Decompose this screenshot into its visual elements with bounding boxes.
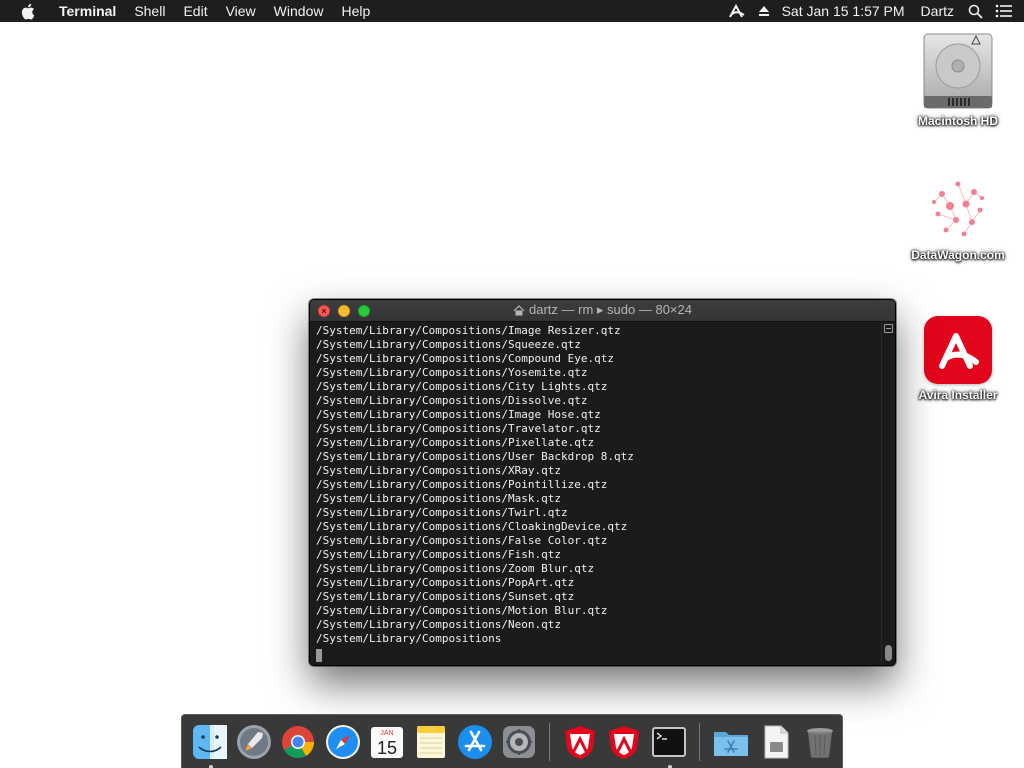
terminal-line: /System/Library/Compositions/False Color… <box>316 534 608 547</box>
menu-bar: Terminal Shell Edit View Window Help Sat… <box>0 0 1024 22</box>
dock-app-store[interactable] <box>457 723 493 761</box>
terminal-line: /System/Library/Compositions/Mask.qtz <box>316 492 562 505</box>
desktop-icon-label: Avira Installer <box>918 388 998 402</box>
avira-shield-icon <box>609 726 640 759</box>
terminal-line: /System/Library/Compositions/CloakingDev… <box>316 520 628 533</box>
terminal-line: /System/Library/Compositions/City Lights… <box>316 380 608 393</box>
window-close-button[interactable] <box>318 304 330 317</box>
menubar-user[interactable]: Dartz <box>921 3 954 19</box>
terminal-line: /System/Library/Compositions/Sunset.qtz <box>316 590 575 603</box>
dock-finder[interactable] <box>192 723 228 768</box>
dock-applications-folder[interactable] <box>712 723 750 761</box>
calendar-day: 15 <box>377 738 397 758</box>
dock-terminal[interactable] <box>651 723 687 768</box>
terminal-window[interactable]: dartz — rm ▸ sudo — 80×24 /System/Librar… <box>309 299 896 666</box>
terminal-title-text: dartz — rm ▸ sudo — 80×24 <box>529 301 692 317</box>
terminal-line: /System/Library/Compositions/XRay.qtz <box>316 464 562 477</box>
terminal-titlebar[interactable]: dartz — rm ▸ sudo — 80×24 <box>310 300 895 322</box>
trash-icon <box>806 728 833 758</box>
dock: JAN 15 <box>181 714 843 768</box>
scrollbar-thumb[interactable] <box>885 645 892 661</box>
terminal-title: dartz — rm ▸ sudo — 80×24 <box>310 300 895 323</box>
desktop-icon-label: Macintosh HD <box>917 114 998 128</box>
dock-separator <box>549 723 551 761</box>
safari-icon <box>325 725 360 759</box>
menubar-clock[interactable]: Sat Jan 15 1:57 PM <box>782 3 905 19</box>
terminal-cursor <box>316 649 322 662</box>
applications-folder-icon <box>713 732 748 756</box>
split-pane-icon[interactable] <box>884 324 893 333</box>
desktop-icon-datawagon[interactable]: DataWagon.com <box>903 172 1013 262</box>
hard-drive-icon <box>920 30 996 110</box>
menu-help[interactable]: Help <box>332 0 379 22</box>
dock-system-preferences[interactable] <box>501 723 537 761</box>
dock-chrome[interactable] <box>280 723 316 761</box>
avira-icon <box>924 316 992 384</box>
terminal-line: /System/Library/Compositions/Image Hose.… <box>316 408 601 421</box>
terminal-line: /System/Library/Compositions/Squeeze.qtz <box>316 338 581 351</box>
terminal-line: /System/Library/Compositions/Neon.qtz <box>316 618 562 631</box>
app-store-icon <box>458 725 493 759</box>
menu-app-terminal[interactable]: Terminal <box>50 0 125 22</box>
avira-shield-icon <box>565 726 596 759</box>
notification-center-icon[interactable] <box>995 4 1012 18</box>
finder-icon <box>193 725 228 759</box>
dock-safari[interactable] <box>324 723 360 761</box>
window-zoom-button[interactable] <box>358 304 370 317</box>
terminal-line: /System/Library/Compositions/PopArt.qtz <box>316 576 575 589</box>
chrome-icon <box>282 726 315 759</box>
calendar-month: JAN <box>380 730 393 737</box>
menu-shell[interactable]: Shell <box>125 0 174 22</box>
terminal-line: /System/Library/Compositions/Pointillize… <box>316 478 608 491</box>
terminal-line: /System/Library/Compositions/Twirl.qtz <box>316 506 568 519</box>
menu-window[interactable]: Window <box>265 0 333 22</box>
dock-separator <box>698 723 700 761</box>
launchpad-icon <box>237 725 272 759</box>
terminal-line: /System/Library/Compositions/Dissolve.qt… <box>316 394 588 407</box>
terminal-line: /System/Library/Compositions <box>316 632 502 645</box>
eject-icon[interactable] <box>758 5 770 17</box>
terminal-scrollbar[interactable] <box>881 322 895 665</box>
avira-status-icon[interactable] <box>728 3 746 19</box>
dock-document[interactable] <box>758 723 794 761</box>
dock-avira-2[interactable] <box>606 723 642 761</box>
notes-icon <box>416 726 445 758</box>
dock-avira-1[interactable] <box>562 723 598 761</box>
terminal-icon <box>651 727 686 757</box>
desktop-icon-avira-installer[interactable]: Avira Installer <box>903 316 1013 402</box>
terminal-line: /System/Library/Compositions/Travelator.… <box>316 422 601 435</box>
dock-calendar[interactable]: JAN 15 <box>369 723 405 761</box>
window-minimize-button[interactable] <box>338 304 350 317</box>
system-preferences-icon <box>503 726 536 758</box>
document-icon <box>764 725 789 759</box>
desktop-icon-macintosh-hd[interactable]: Macintosh HD <box>903 30 1013 128</box>
desktop-icon-label: DataWagon.com <box>911 248 1005 262</box>
dock-launchpad[interactable] <box>236 723 272 761</box>
terminal-line: /System/Library/Compositions/Motion Blur… <box>316 604 608 617</box>
menu-edit[interactable]: Edit <box>174 0 216 22</box>
apple-menu-icon[interactable] <box>18 2 36 20</box>
terminal-line: /System/Library/Compositions/User Backdr… <box>316 450 634 463</box>
terminal-output[interactable]: /System/Library/Compositions/Image Resiz… <box>310 322 881 665</box>
terminal-cursor-line <box>316 646 881 662</box>
terminal-line: /System/Library/Compositions/Fish.qtz <box>316 548 562 561</box>
dock-notes[interactable] <box>413 723 449 761</box>
calendar-icon: JAN 15 <box>370 727 403 758</box>
menu-view[interactable]: View <box>217 0 265 22</box>
terminal-line: /System/Library/Compositions/Compound Ey… <box>316 352 615 365</box>
spotlight-search-icon[interactable] <box>968 4 983 19</box>
terminal-line: /System/Library/Compositions/Zoom Blur.q… <box>316 562 595 575</box>
datawagon-icon <box>922 172 994 244</box>
dock-trash[interactable] <box>802 723 838 761</box>
terminal-line: /System/Library/Compositions/Image Resiz… <box>316 324 621 337</box>
terminal-line: /System/Library/Compositions/Pixellate.q… <box>316 436 595 449</box>
terminal-line: /System/Library/Compositions/Yosemite.qt… <box>316 366 588 379</box>
home-icon <box>513 301 525 323</box>
